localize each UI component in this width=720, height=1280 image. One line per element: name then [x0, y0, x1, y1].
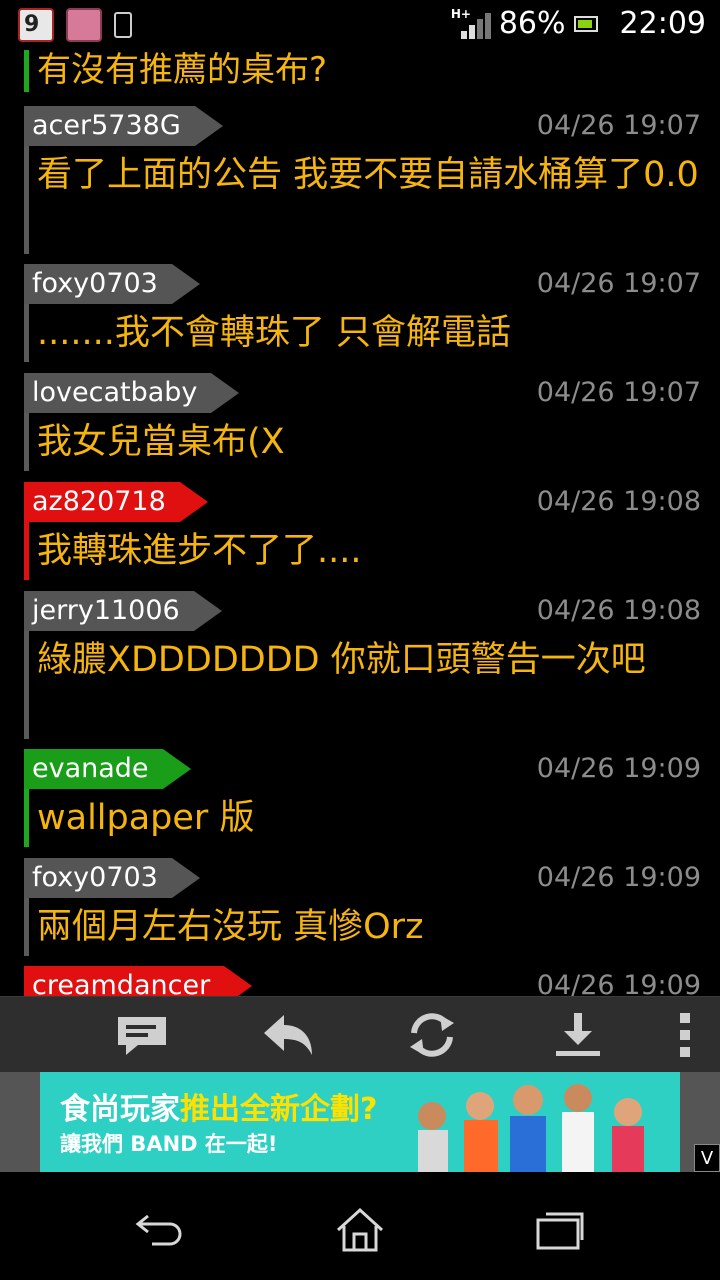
signal-strength-icon: H+	[451, 7, 491, 41]
download-icon	[556, 1013, 600, 1056]
overflow-menu-button[interactable]	[658, 1011, 714, 1059]
network-type: H+	[450, 6, 471, 21]
username-tag[interactable]: creamdancer	[24, 966, 253, 996]
phone-notification-icon	[114, 12, 132, 38]
reply-icon	[264, 1015, 312, 1055]
back-icon	[135, 1214, 182, 1246]
system-navigation-bar	[0, 1172, 720, 1280]
battery-icon	[573, 15, 598, 32]
topic-message: 有沒有推薦的桌布?	[24, 50, 327, 92]
message-timestamp: 04/26 19:09	[536, 753, 701, 784]
message-timestamp: 04/26 19:09	[536, 862, 701, 893]
ad-headline: 食尚玩家推出全新企劃?	[60, 1084, 377, 1128]
ad-close-button[interactable]: V	[694, 1144, 720, 1172]
home-icon	[336, 1207, 384, 1252]
ad-headline-part1: 食尚玩家	[60, 1092, 180, 1127]
back-button[interactable]	[130, 1206, 190, 1254]
message-timestamp: 04/26 19:07	[536, 268, 701, 299]
message-timestamp: 04/26 19:08	[536, 486, 701, 517]
overflow-menu-icon	[680, 1013, 690, 1057]
chat-message[interactable]: lovecatbaby 04/26 19:07 我女兒當桌布(X	[24, 373, 709, 471]
ad-subline: 讓我們 BAND 在一起!	[60, 1132, 278, 1156]
refresh-icon	[410, 1013, 454, 1057]
username-tag[interactable]: jerry11006	[24, 591, 222, 631]
clock: 22:09	[619, 6, 706, 41]
message-text: 我轉珠進步不了了....	[37, 531, 362, 571]
chat-message[interactable]: acer5738G 04/26 19:07 看了上面的公告 我要不要自請水桶算了…	[24, 106, 709, 254]
recent-apps-button[interactable]	[530, 1206, 590, 1254]
action-toolbar	[0, 996, 720, 1073]
ad-headline-part2: 推出全新企劃?	[180, 1092, 378, 1127]
message-timestamp: 04/26 19:07	[536, 377, 701, 408]
chat-message[interactable]: foxy0703 04/26 19:09 兩個月左右沒玩 真慘Orz	[24, 858, 709, 956]
chat-message[interactable]: foxy0703 04/26 19:07 .......我不會轉珠了 只會解電話	[24, 264, 709, 362]
message-text: 我女兒當桌布(X	[37, 422, 285, 462]
calendar-day: 9	[24, 12, 40, 37]
username-tag[interactable]: az820718	[24, 482, 208, 522]
comment-button[interactable]	[114, 1011, 170, 1059]
username-tag[interactable]: acer5738G	[24, 106, 223, 146]
chat-message-list[interactable]: 有沒有推薦的桌布? acer5738G 04/26 19:07 看了上面的公告 …	[0, 50, 720, 996]
message-text: 綠膿XDDDDDDD 你就口頭警告一次吧	[37, 640, 646, 680]
refresh-button[interactable]	[404, 1011, 460, 1059]
ad-people-image	[418, 1084, 644, 1172]
username-tag[interactable]: foxy0703	[24, 264, 200, 304]
chat-message[interactable]: evanade 04/26 19:09 wallpaper 版	[24, 749, 709, 847]
username-tag[interactable]: evanade	[24, 749, 191, 789]
message-timestamp: 04/26 19:07	[536, 110, 701, 141]
message-timestamp: 04/26 19:09	[536, 970, 701, 996]
chat-message[interactable]: jerry11006 04/26 19:08 綠膿XDDDDDDD 你就口頭警告…	[24, 591, 709, 739]
username-tag[interactable]: foxy0703	[24, 858, 200, 898]
home-button[interactable]	[330, 1206, 390, 1254]
battery-percent: 86%	[498, 6, 566, 41]
reply-button[interactable]	[260, 1011, 316, 1059]
message-text: wallpaper 版	[37, 798, 255, 838]
chat-message[interactable]: creamdancer 04/26 19:09	[24, 966, 709, 996]
download-button[interactable]	[550, 1011, 606, 1059]
ad-banner[interactable]: 食尚玩家推出全新企劃? 讓我們 BAND 在一起!	[40, 1072, 680, 1172]
comment-icon	[118, 1017, 166, 1055]
username-tag[interactable]: lovecatbaby	[24, 373, 240, 413]
message-text: 看了上面的公告 我要不要自請水桶算了0.0	[37, 155, 699, 195]
message-text: .......我不會轉珠了 只會解電話	[37, 313, 512, 353]
message-timestamp: 04/26 19:08	[536, 595, 701, 626]
chat-message[interactable]: az820718 04/26 19:08 我轉珠進步不了了....	[24, 482, 709, 580]
calendar-notification-icon: 9	[18, 8, 54, 42]
status-bar: 9 H+ 86% 22:09	[0, 0, 720, 50]
recent-apps-icon	[536, 1212, 584, 1250]
ad-area: 食尚玩家推出全新企劃? 讓我們 BAND 在一起!	[0, 1072, 720, 1172]
message-text: 兩個月左右沒玩 真慘Orz	[37, 907, 424, 947]
app-notification-icon	[66, 8, 102, 42]
